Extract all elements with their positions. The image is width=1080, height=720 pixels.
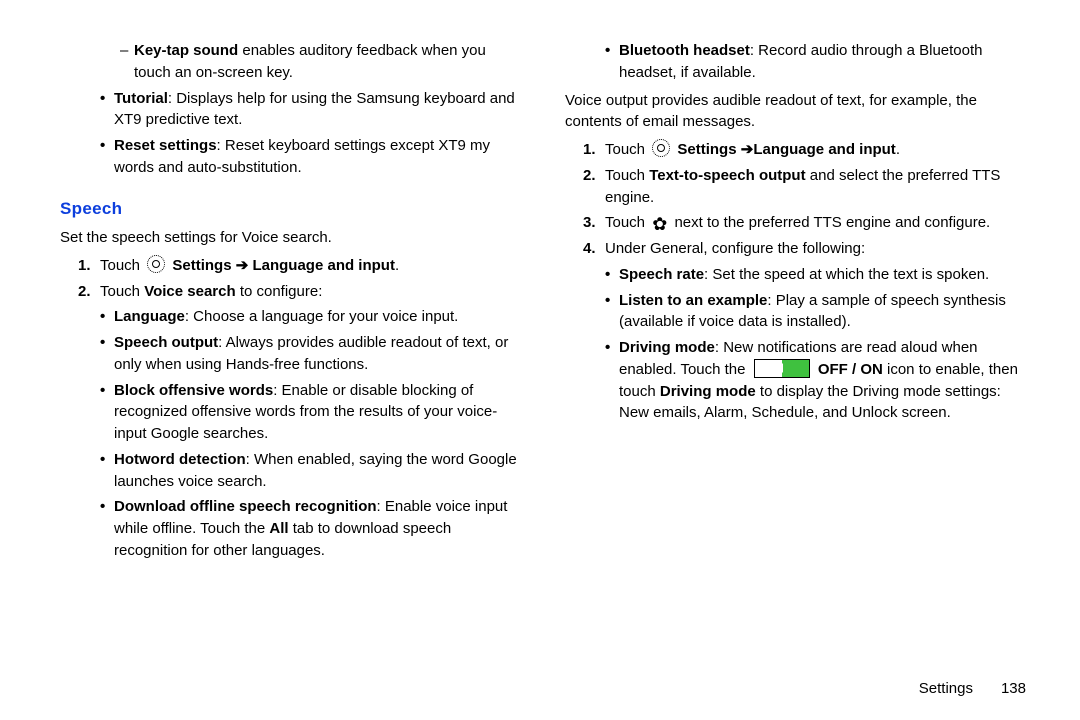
column-left: – Key-tap sound enables auditory feedbac… — [60, 36, 525, 670]
page-footer: Settings 138 — [60, 670, 1030, 700]
vs-speech-output: • Speech output: Always provides audible… — [60, 332, 525, 376]
step-2: 2. Touch Voice search to configure: — [60, 281, 525, 303]
num-mark: 2. — [78, 281, 100, 303]
gen-driving-mode: • Driving mode: New notifications are re… — [565, 337, 1030, 424]
settings-icon — [147, 255, 165, 273]
item-bluetooth-headset: • Bluetooth headset: Record audio throug… — [565, 40, 1030, 84]
item-key-tap-sound: – Key-tap sound enables auditory feedbac… — [60, 40, 525, 84]
r-step-3: 3. Touch ✿ next to the preferred TTS eng… — [565, 212, 1030, 234]
cog-icon: ✿ — [652, 215, 667, 233]
vs-download-offline: • Download offline speech recognition: E… — [60, 496, 525, 561]
r-step-4: 4. Under General, configure the followin… — [565, 238, 1030, 260]
r-step-1: 1. Touch Settings ➔Language and input. — [565, 139, 1030, 161]
r-step-2: 2. Touch Text-to-speech output and selec… — [565, 165, 1030, 209]
settings-icon — [652, 139, 670, 157]
item-tutorial: • Tutorial: Displays help for using the … — [60, 88, 525, 132]
speech-intro: Set the speech settings for Voice search… — [60, 227, 525, 249]
column-right: • Bluetooth headset: Record audio throug… — [565, 36, 1030, 670]
num-mark: 1. — [78, 255, 100, 277]
vs-language: • Language: Choose a language for your v… — [60, 306, 525, 328]
footer-page: 138 — [1001, 678, 1026, 700]
dash-mark: – — [120, 40, 134, 62]
gen-speech-rate: • Speech rate: Set the speed at which th… — [565, 264, 1030, 286]
bullet-mark: • — [100, 135, 114, 157]
bullet-mark: • — [100, 88, 114, 110]
vs-block-offensive: • Block offensive words: Enable or disab… — [60, 380, 525, 445]
toggle-off-on-icon — [754, 359, 810, 378]
heading-speech: Speech — [60, 197, 525, 222]
step-1: 1. Touch Settings ➔ Language and input. — [60, 255, 525, 277]
gen-listen-example: • Listen to an example: Play a sample of… — [565, 290, 1030, 334]
vs-hotword: • Hotword detection: When enabled, sayin… — [60, 449, 525, 493]
voice-output-para: Voice output provides audible readout of… — [565, 90, 1030, 134]
item-reset-settings: • Reset settings: Reset keyboard setting… — [60, 135, 525, 179]
footer-section: Settings — [919, 678, 973, 700]
page-columns: – Key-tap sound enables auditory feedbac… — [60, 36, 1030, 670]
